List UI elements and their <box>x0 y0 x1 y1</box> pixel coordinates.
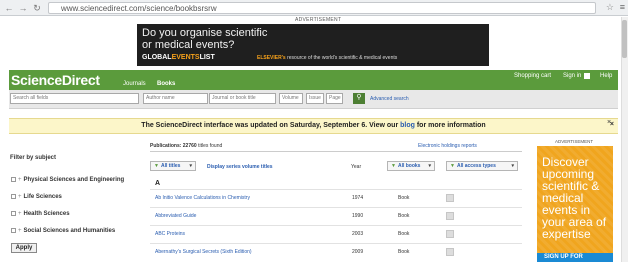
books-dropdown[interactable]: ▼ All books ▾ <box>387 161 435 171</box>
back-arrow-icon[interactable]: ← <box>4 3 14 13</box>
shopping-cart-link[interactable]: Shopping cart <box>514 73 551 79</box>
page-input[interactable]: Page <box>326 93 343 104</box>
series-titles-link[interactable]: Display series volume titles <box>207 164 273 170</box>
chevron-down-icon: ▾ <box>511 163 514 169</box>
book-title-link[interactable]: ABC Proteins <box>155 231 185 237</box>
nav-journals[interactable]: Journals <box>123 81 146 87</box>
filter-title: Filter by subject <box>10 155 57 161</box>
book-type: Book <box>398 195 410 201</box>
access-icon <box>446 212 454 220</box>
browser-menu-icon[interactable]: ≡ <box>620 2 625 12</box>
right-ad-banner[interactable]: Discover upcoming scientific & medical e… <box>537 146 613 262</box>
account-square-icon <box>584 73 590 79</box>
subject-physical-sciences[interactable]: + Physical Sciences and Engineering <box>11 177 124 183</box>
checkbox[interactable] <box>11 228 16 233</box>
ad-signup-button[interactable]: SIGN UP FOR <box>537 253 613 262</box>
expand-plus-icon[interactable]: + <box>18 228 22 234</box>
help-link[interactable]: Help <box>600 73 612 79</box>
nav-books[interactable]: Books <box>157 81 175 87</box>
filter-icon: ▼ <box>450 163 455 169</box>
access-icon <box>446 230 454 238</box>
reload-icon[interactable]: ↻ <box>32 3 42 13</box>
sciencedirect-logo[interactable]: ScienceDirect <box>11 72 100 88</box>
holdings-reports-link[interactable]: Electronic holdings reports <box>418 143 477 149</box>
book-title-link[interactable]: Abernathy's Surgical Secrets (Sixth Edit… <box>155 249 252 255</box>
book-title-link[interactable]: Abbreviated Guide <box>155 213 196 219</box>
close-icon[interactable]: × <box>607 119 611 126</box>
update-notice: The ScienceDirect interface was updated … <box>9 118 618 134</box>
row-divider <box>150 225 522 226</box>
year-column-header[interactable]: Year <box>351 164 361 170</box>
book-type: Book <box>398 231 410 237</box>
ad-headline-2: or medical events? <box>142 39 235 51</box>
access-types-dropdown[interactable]: ▼ All access types ▾ <box>446 161 518 171</box>
filter-icon: ▼ <box>154 163 159 169</box>
row-divider <box>150 243 522 244</box>
publications-count: Publications: 22760 titles found <box>150 143 223 149</box>
ad-label: ADVERTISEMENT <box>555 139 594 144</box>
author-name-input[interactable]: Author name <box>143 93 208 104</box>
book-title-link[interactable]: Ab Initio Valence Calculations in Chemis… <box>155 195 250 201</box>
journal-title-input[interactable]: Journal or book title <box>209 93 276 104</box>
book-year: 1990 <box>352 213 364 219</box>
volume-input[interactable]: Volume <box>279 93 303 104</box>
book-type: Book <box>398 249 410 255</box>
expand-plus-icon[interactable]: + <box>18 211 22 217</box>
forward-arrow-icon[interactable]: → <box>18 3 28 13</box>
checkbox[interactable] <box>11 211 16 216</box>
ad-text-line: expertise <box>542 227 591 241</box>
search-all-fields-input[interactable]: Search all fields <box>10 93 139 104</box>
chevron-down-icon: ▾ <box>428 163 431 169</box>
book-year: 1974 <box>352 195 364 201</box>
search-icon: ⚲ <box>356 94 362 101</box>
access-icon <box>446 248 454 256</box>
subject-health-sciences[interactable]: + Health Sciences <box>11 211 70 217</box>
bookmark-star-icon[interactable]: ☆ <box>606 2 614 13</box>
issue-input[interactable]: Issue <box>306 93 324 104</box>
scrollbar-thumb[interactable] <box>622 20 627 58</box>
top-ad-banner[interactable]: Do you organise scientific or medical ev… <box>137 24 489 66</box>
access-icon <box>446 194 454 202</box>
divider <box>150 151 522 152</box>
browser-toolbar: ← → ↻ www.sciencedirect.com/science/book… <box>0 0 628 16</box>
book-year: 2003 <box>352 231 364 237</box>
ad-brand: GLOBALEVENTSLIST <box>142 54 215 61</box>
expand-plus-icon[interactable]: + <box>18 194 22 200</box>
ad-headline-1: Do you organise scientific <box>142 27 268 39</box>
filter-icon: ▼ <box>391 163 396 169</box>
address-bar[interactable]: www.sciencedirect.com/science/bookbsrsrw <box>48 2 596 14</box>
book-year: 2009 <box>352 249 364 255</box>
url-text: www.sciencedirect.com/science/bookbsrsrw <box>61 4 217 13</box>
site-header: ScienceDirect Journals Books Shopping ca… <box>9 70 618 90</box>
subject-social-sciences[interactable]: + Social Sciences and Humanities <box>11 228 115 234</box>
subject-life-sciences[interactable]: + Life Sciences <box>11 194 62 200</box>
blog-link[interactable]: blog <box>400 122 415 129</box>
book-type: Book <box>398 213 410 219</box>
checkbox[interactable] <box>11 194 16 199</box>
search-button[interactable]: ⚲ <box>353 93 365 104</box>
expand-plus-icon[interactable]: + <box>18 177 22 183</box>
advanced-search-link[interactable]: Advanced search <box>370 96 409 102</box>
sign-in-link[interactable]: Sign in <box>563 73 581 79</box>
letter-heading: A <box>155 180 161 187</box>
ad-tagline: ELSEVIER's resource of the world's scien… <box>257 55 398 61</box>
checkbox[interactable] <box>11 177 16 182</box>
ad-label: ADVERTISEMENT <box>295 17 342 23</box>
row-divider <box>150 207 522 208</box>
chevron-down-icon: ▾ <box>189 163 192 169</box>
titles-dropdown[interactable]: ▼ All titles ▾ <box>150 161 196 171</box>
apply-button[interactable]: Apply <box>11 243 37 253</box>
row-divider <box>150 189 522 190</box>
search-bar: Search all fields Author name Journal or… <box>9 90 618 109</box>
